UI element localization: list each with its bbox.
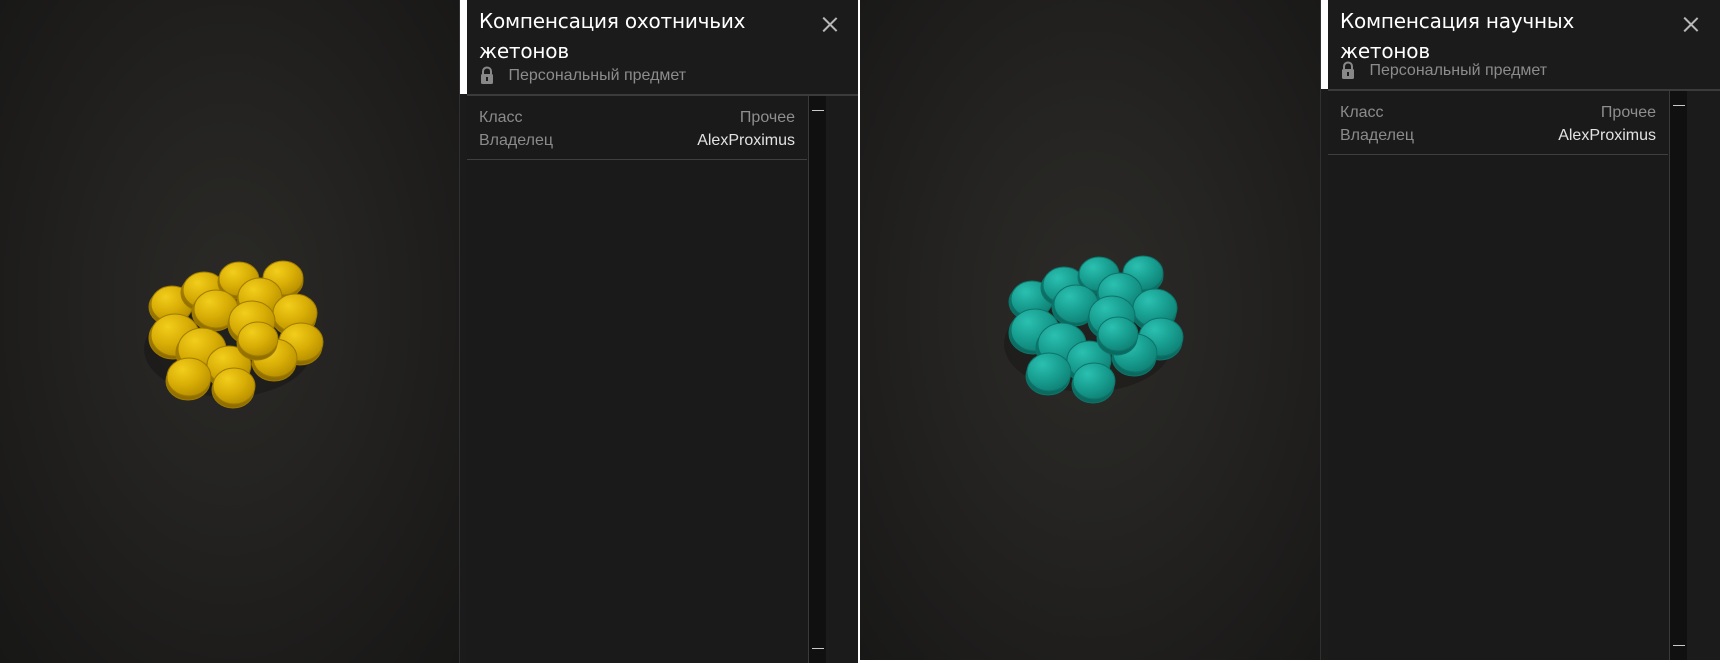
scroll-up-icon[interactable]: [1673, 105, 1685, 106]
personal-item-status: Персональный предмет: [479, 64, 686, 88]
teal-token-pile-image: [1004, 255, 1184, 404]
class-property-row: Класс Прочее: [1340, 101, 1656, 124]
scroll-up-icon[interactable]: [812, 110, 824, 111]
lock-icon: [1342, 61, 1354, 79]
item-title: Компенсация охотничьих жетонов: [479, 9, 746, 63]
item-preview: [0, 0, 459, 663]
scroll-down-icon[interactable]: [812, 648, 824, 649]
owner-label: Владелец: [1340, 127, 1415, 144]
science-token-card: Компенсация научных жетонов Персональный…: [860, 0, 1720, 660]
selected-item-accent: [460, 0, 467, 94]
hunting-token-card: Компенсация охотничьих жетонов Персональ…: [0, 0, 858, 663]
class-label: Класс: [1340, 104, 1384, 121]
class-label: Класс: [479, 109, 523, 126]
class-value: Прочее: [1600, 104, 1656, 121]
personal-item-status: Персональный предмет: [1340, 59, 1547, 83]
screenshot-stage: Компенсация охотничьих жетонов Персональ…: [0, 0, 1720, 663]
teal-tokens: [1008, 255, 1184, 404]
owner-label: Владелец: [479, 132, 554, 149]
item-properties: Класс Прочее Владелец AlexProximus: [467, 96, 807, 160]
owner-property-row: Владелец AlexProximus: [479, 129, 795, 152]
owner-property-row: Владелец AlexProximus: [1340, 124, 1656, 147]
owner-value: AlexProximus: [1558, 127, 1656, 144]
item-preview: [860, 0, 1320, 660]
owner-value: AlexProximus: [697, 132, 795, 149]
item-title: Компенсация научных жетонов: [1340, 9, 1575, 63]
item-properties: Класс Прочее Владелец AlexProximus: [1328, 91, 1668, 155]
selected-item-accent: [1321, 0, 1328, 89]
close-button[interactable]: [821, 16, 838, 33]
personal-item-label: Персональный предмет: [1369, 62, 1548, 79]
lock-icon: [481, 66, 493, 84]
properties-scroll-area[interactable]: Класс Прочее Владелец AlexProximus: [1328, 91, 1687, 660]
scroll-down-icon[interactable]: [1673, 645, 1685, 646]
personal-item-label: Персональный предмет: [508, 67, 687, 84]
class-value: Прочее: [739, 109, 795, 126]
yellow-tokens: [148, 260, 324, 409]
close-button[interactable]: [1682, 16, 1699, 33]
yellow-token-pile-image: [144, 260, 324, 409]
item-details-panel: Компенсация научных жетонов Персональный…: [1320, 0, 1720, 660]
vertical-scrollbar[interactable]: [808, 96, 826, 663]
item-details-panel: Компенсация охотничьих жетонов Персональ…: [459, 0, 858, 663]
vertical-scrollbar[interactable]: [1669, 91, 1687, 660]
class-property-row: Класс Прочее: [479, 106, 795, 129]
properties-scroll-area[interactable]: Класс Прочее Владелец AlexProximus: [467, 96, 826, 663]
